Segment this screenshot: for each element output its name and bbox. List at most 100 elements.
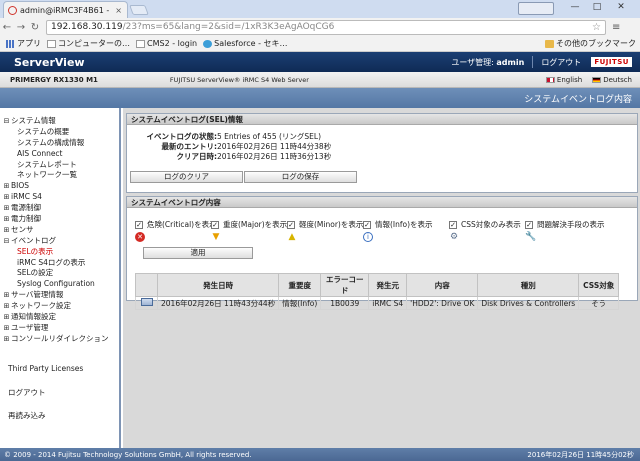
user-info: ユーザ管理: admin [451,57,525,67]
language-german[interactable]: Deutsch [592,76,632,84]
sidebar-item[interactable]: システムの構成情報 [2,138,119,149]
sidebar-reload-link[interactable]: 再読み込み [8,410,46,421]
bookmark-salesforce[interactable]: Salesforce - セキ… [203,38,288,49]
filter-checkbox[interactable]: ✓ [287,221,295,229]
back-icon[interactable]: ← [0,22,14,33]
folder-icon [545,39,554,48]
table-body: 2016年02月26日 11時43分44秒 情報(Info) 1B0039 iRMC … [135,296,620,310]
forward-icon[interactable]: → [14,22,28,33]
sidebar-item[interactable]: ⊞ 電源制御 [2,203,119,214]
collapse-icon[interactable]: ⊟ [2,236,11,247]
file-icon [136,39,145,48]
address-bar[interactable]: 192.168.30.119/23?ms=65&lang=2&sid=/1xR3… [46,19,606,35]
row-details-cell[interactable] [135,296,158,310]
sidebar-item[interactable]: ⊞ サーバ管理情報 [2,290,119,301]
other-bookmarks[interactable]: その他のブックマーク [545,38,636,49]
bookmarks-bar: アプリ コンピューターの… CMS2 - login Salesforce - … [0,36,640,52]
expand-icon[interactable]: ⊞ [2,323,11,334]
expand-icon[interactable]: ⊞ [2,192,11,203]
expand-icon[interactable]: ⊞ [2,301,11,312]
event-details-icon[interactable] [140,298,153,306]
critical-icon: ✕ [135,232,145,242]
file-icon [47,39,56,48]
window-close-icon[interactable]: ✕ [612,2,630,12]
save-log-button[interactable]: ログの保存 [244,171,357,183]
filter-checkbox[interactable]: ✓ [449,221,457,229]
sidebar-item[interactable]: ⊞ 電力制御 [2,214,119,225]
sidebar-item-label: BIOS [11,181,30,191]
browser-tab[interactable]: admin@iRMC3F4B61 - × [3,1,128,18]
profile-button[interactable] [518,2,554,15]
sidebar-item[interactable]: Syslog Configuration [2,279,119,290]
sidebar-item[interactable]: ネットワーク一覧 [2,170,119,181]
sidebar-item[interactable]: ⊞ BIOS [2,181,119,192]
tools-icon: 🔧 [525,232,537,242]
fujitsu-logo: FUJITSU [591,57,632,67]
collapse-icon[interactable]: ⊟ [2,116,11,127]
bookmark-apps[interactable]: アプリ [6,38,41,49]
tab-close-icon[interactable]: × [115,6,127,15]
column-header [135,273,158,297]
reload-icon[interactable]: ↻ [28,22,42,33]
sidebar-item[interactable]: ⊟ イベントログ [2,236,119,247]
sidebar-item[interactable]: システムレポート [2,160,119,171]
third-party-licenses-link[interactable]: Third Party Licenses [8,364,83,373]
language-english[interactable]: English [545,76,582,84]
bookmark-computer[interactable]: コンピューターの… [47,38,130,49]
uk-flag-icon [545,76,555,83]
bookmark-cms2[interactable]: CMS2 - login [136,39,197,48]
logout-link[interactable]: ログアウト [541,57,581,68]
sidebar-item[interactable]: iRMC S4ログの表示 [2,258,119,269]
filter-checkbox[interactable]: ✓ [135,221,143,229]
server-time: 2016年02月26日 11時45分02秒 [527,450,634,459]
address-toolbar: ← → ↻ 192.168.30.119/23?ms=65&lang=2&sid… [0,18,640,36]
new-tab-button[interactable] [129,5,149,15]
browser-tab-bar: admin@iRMC3F4B61 - × — □ ✕ [0,0,640,18]
expand-icon[interactable]: ⊞ [2,225,11,236]
table-row[interactable]: 2016年02月26日 11時43分44秒 情報(Info) 1B0039 iRMC … [135,296,620,310]
filter-label: CSS対象のみ表示 [461,220,521,229]
sidebar-item[interactable]: ⊞ 通知情報設定 [2,312,119,323]
product-name: FUJITSU ServerView® iRMC S4 Web Server [169,75,309,84]
sidebar-logout-link[interactable]: ログアウト [8,387,46,398]
clear-log-button[interactable]: ログのクリア [130,171,243,183]
apply-button[interactable]: 適用 [143,247,253,259]
server-model: PRIMERGY RX1330 M1 [10,75,98,84]
minimize-icon[interactable]: — [566,2,584,12]
filter-checkbox[interactable]: ✓ [211,221,219,229]
sidebar-item[interactable]: ⊞ センサ [2,225,119,236]
sidebar-item[interactable]: ⊞ ネットワーク設定 [2,301,119,312]
sidebar-item[interactable]: システムの概要 [2,127,119,138]
maximize-icon[interactable]: □ [588,2,606,12]
expand-icon[interactable]: ⊞ [2,203,11,214]
header-divider [532,56,534,68]
sidebar-item-label: 電力制御 [11,214,41,224]
browser-menu-icon[interactable]: ≡ [612,22,620,33]
sidebar-item[interactable]: ⊟ システム情報 [2,116,119,127]
sidebar-item[interactable]: SELの表示 [2,247,119,258]
expand-icon[interactable]: ⊞ [2,312,11,323]
column-header: CSS対象 [578,273,620,297]
expand-icon[interactable]: ⊞ [2,334,11,345]
filter-checkbox[interactable]: ✓ [363,221,371,229]
filter-label: 危険(Critical)を表示 [147,220,217,229]
filter-label: 問題解決手段の表示 [537,220,605,229]
sidebar-item[interactable]: ⊞ ユーザ管理 [2,323,119,334]
sidebar-item[interactable]: AIS Connect [2,149,119,160]
expand-icon[interactable]: ⊞ [2,290,11,301]
column-header: 発生日時 [156,273,280,297]
expand-icon[interactable]: ⊞ [2,214,11,225]
sidebar-item[interactable]: ⊞ iRMC S4 [2,192,119,203]
expand-icon[interactable]: ⊞ [2,181,11,192]
sidebar-item-label: ネットワーク設定 [11,301,71,311]
filter-checkbox[interactable]: ✓ [525,221,533,229]
sidebar-item[interactable]: SELの設定 [2,268,119,279]
sidebar-item[interactable]: ⊞ コンソールリダイレクション [2,334,119,345]
favicon-icon [8,5,17,15]
sidebar-item-label: システムの構成情報 [17,137,85,147]
table-cell: 情報(Info) [278,296,322,310]
tab-title: admin@iRMC3F4B61 - [20,5,110,15]
page-title: システムイベントログ内容 [524,95,632,105]
bookmark-star-icon[interactable]: ☆ [592,22,601,33]
event-table: 発生日時 重要度 エラーコード 発生元 内容 種別 CSS対象 2016年02月26日 11… [135,273,620,310]
